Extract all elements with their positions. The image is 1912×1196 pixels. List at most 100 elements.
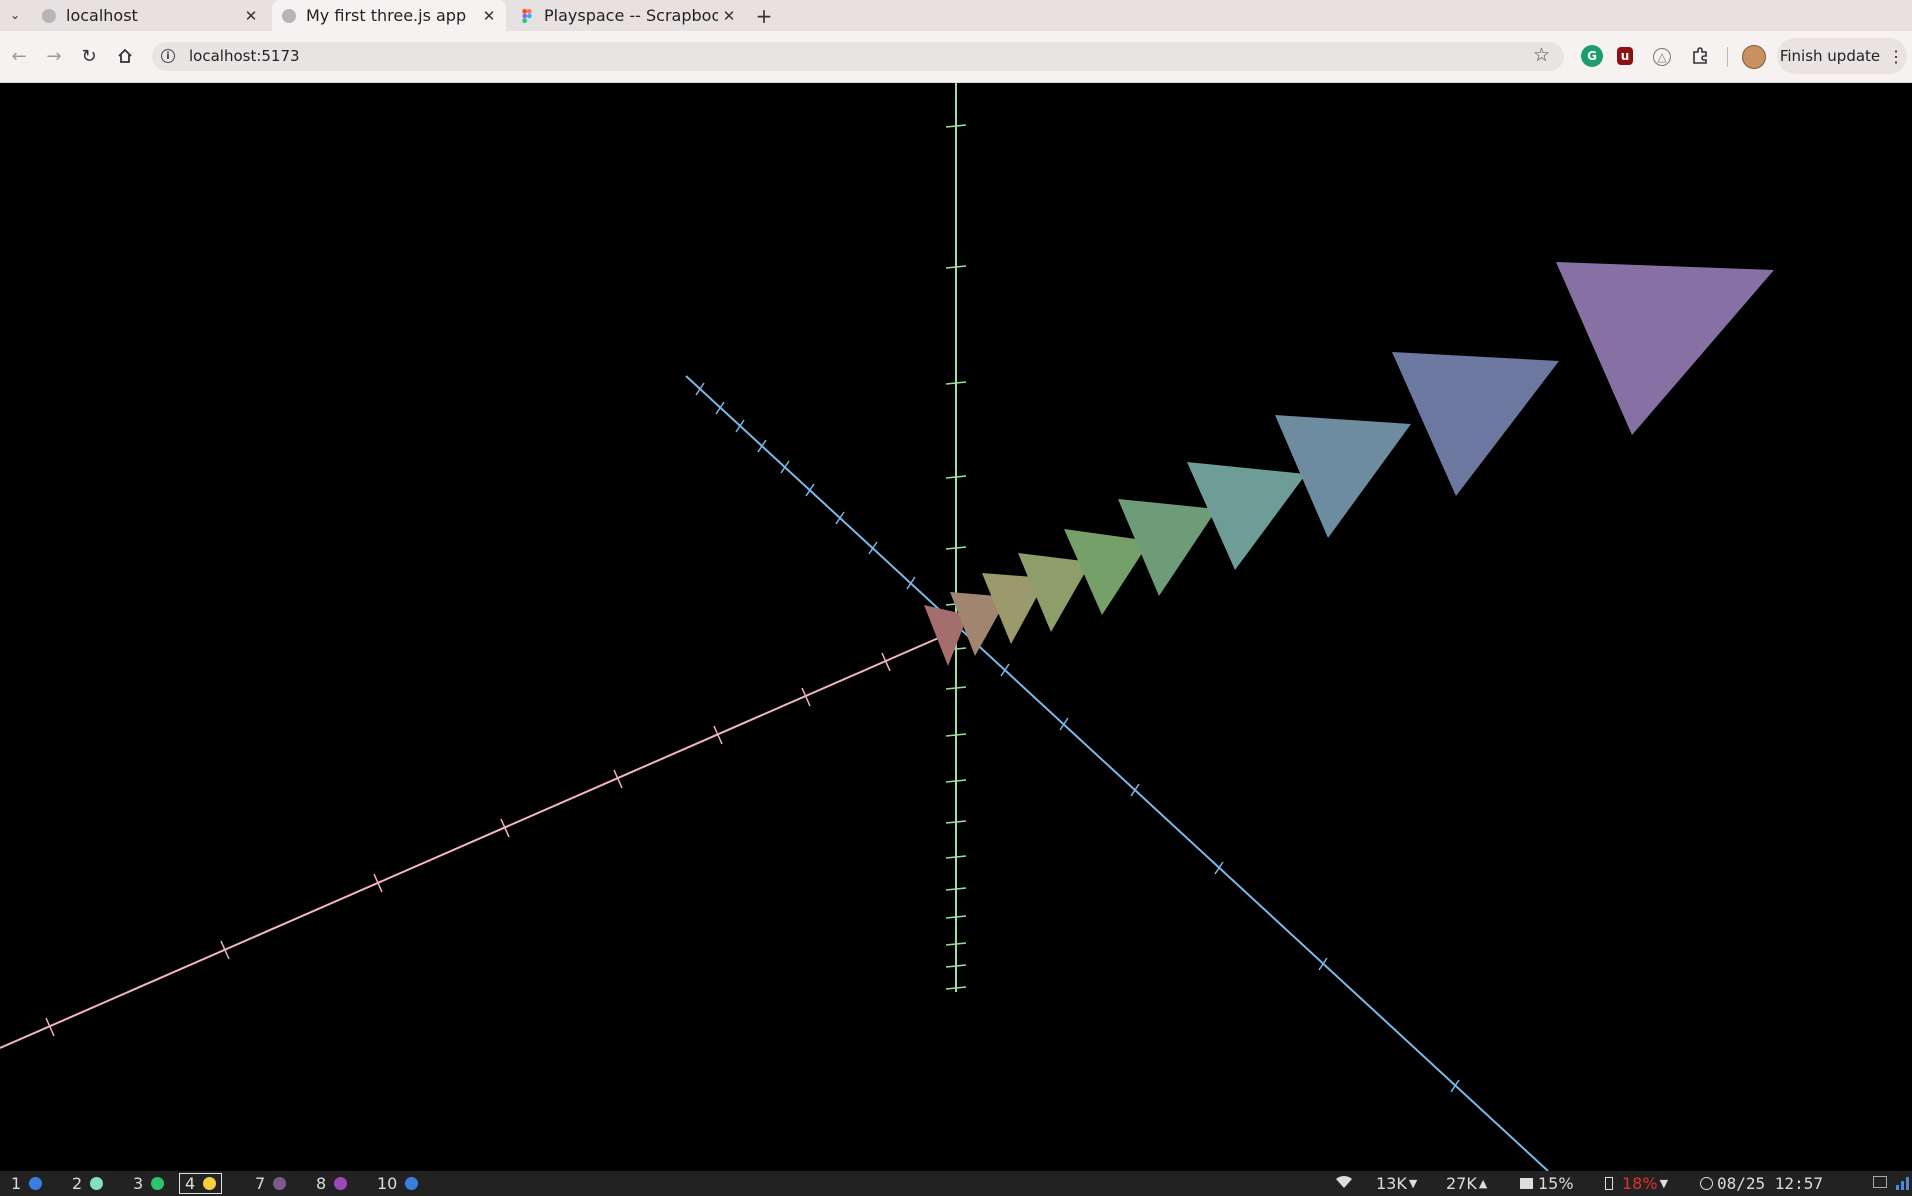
y-axis-tick [945, 942, 967, 946]
clock: 08/25 12:57 [1700, 1174, 1823, 1193]
close-tab-icon[interactable]: ✕ [240, 5, 262, 27]
z-axis-tick [835, 511, 845, 525]
ublock-extension-icon[interactable]: u [1617, 47, 1633, 65]
workspace-number: 2 [72, 1174, 83, 1193]
workspace-dot-icon [29, 1177, 43, 1190]
workspace-number: 8 [316, 1174, 327, 1193]
wifi-icon [1334, 1174, 1354, 1190]
battery-status: 18% ▼ [1605, 1174, 1668, 1193]
battery-value: 18% [1622, 1174, 1658, 1193]
upload-rate-value: 27K [1446, 1174, 1477, 1193]
workspace-dot-icon [405, 1177, 419, 1190]
y-axis-tick [945, 779, 967, 783]
cpu-icon [1520, 1178, 1533, 1189]
y-axis-tick [945, 820, 967, 824]
workspace-dot-icon [90, 1177, 104, 1190]
workspace-3[interactable]: 3 [128, 1173, 169, 1194]
workspace-dot-icon [273, 1177, 287, 1190]
y-axis-tick [945, 265, 967, 269]
cpu-value: 15% [1538, 1174, 1574, 1193]
scene-render [0, 83, 1774, 1171]
upload-rate: 27K ▲ [1446, 1174, 1487, 1193]
ai-extension-icon[interactable]: △ [1653, 48, 1671, 66]
y-axis-tick [945, 964, 967, 968]
workspace-number: 7 [255, 1174, 266, 1193]
tab-search-chevron-icon[interactable]: ⌄ [4, 4, 26, 26]
forward-arrow-icon[interactable]: → [41, 43, 67, 69]
download-rate: 13K ▼ [1376, 1174, 1417, 1193]
triangle-mesh-10 [1556, 262, 1774, 435]
tab-strip: ⌄ localhost ✕ My first three.js app ✕ Pl… [0, 0, 1912, 31]
workspace-dot-icon [203, 1177, 217, 1190]
workspace-number: 1 [11, 1174, 22, 1193]
tab-my-first-threejs-app[interactable]: My first three.js app ✕ [272, 0, 506, 31]
browser-toolbar: ← → ↻ i localhost:5173 ☆ G u △ Finish up… [0, 31, 1912, 83]
workspace-7[interactable]: 7 [250, 1173, 291, 1194]
workspace-dot-icon [151, 1177, 165, 1190]
workspace-number: 3 [133, 1174, 144, 1193]
battery-icon [1605, 1177, 1613, 1190]
finish-update-button[interactable]: Finish update ⋮ [1777, 38, 1907, 74]
y-axis-tick [945, 381, 967, 385]
close-tab-icon[interactable]: ✕ [478, 5, 500, 27]
site-info-icon[interactable]: i [161, 49, 175, 63]
workspace-number: 4 [185, 1174, 196, 1193]
figma-favicon-icon [520, 8, 534, 23]
down-arrow-icon: ▼ [1408, 1177, 1418, 1190]
y-axis-tick [945, 986, 967, 990]
y-axis-tick [945, 733, 967, 737]
workspace-4[interactable]: 4 [179, 1173, 223, 1194]
url-text: localhost:5173 [189, 47, 300, 65]
toolbar-divider [1727, 47, 1728, 67]
profile-avatar[interactable] [1742, 45, 1766, 69]
datetime-value: 08/25 12:57 [1717, 1174, 1823, 1193]
workspace-10[interactable]: 10 [372, 1173, 423, 1194]
tray-window-icon[interactable] [1873, 1176, 1887, 1188]
workspace-2[interactable]: 2 [67, 1173, 108, 1194]
finish-update-label: Finish update [1779, 47, 1881, 65]
workspace-number: 10 [377, 1174, 398, 1193]
system-status-bar: 1 2 3 4 7 8 10 13K ▼ 27K ▲ 15% 18% ▼ 08/25 … [0, 1171, 1912, 1196]
down-arrow-icon: ▼ [1659, 1177, 1669, 1190]
signal-bars-icon [1896, 1176, 1910, 1190]
globe-favicon-icon [42, 8, 56, 23]
grammarly-extension-icon[interactable]: G [1581, 45, 1603, 67]
address-bar[interactable]: i localhost:5173 ☆ [152, 42, 1564, 71]
threejs-canvas[interactable] [0, 83, 1912, 1171]
x-axis-line [0, 635, 944, 1049]
kebab-menu-icon: ⋮ [1888, 46, 1905, 66]
y-axis-tick [945, 475, 967, 479]
y-axis-tick [945, 887, 967, 891]
up-arrow-icon: ▲ [1478, 1177, 1488, 1190]
workspace-1[interactable]: 1 [6, 1173, 47, 1194]
z-axis-tick [695, 382, 705, 396]
bookmark-star-icon[interactable]: ☆ [1533, 44, 1550, 66]
tab-title: My first three.js app [306, 6, 467, 25]
y-axis-tick [945, 686, 967, 690]
close-tab-icon[interactable]: ✕ [718, 5, 740, 27]
y-axis-tick [945, 855, 967, 859]
back-arrow-icon[interactable]: ← [6, 43, 32, 69]
globe-favicon-icon [282, 8, 296, 23]
download-rate-value: 13K [1376, 1174, 1407, 1193]
cpu-usage: 15% [1520, 1174, 1574, 1193]
home-icon[interactable] [112, 43, 138, 69]
triangle-mesh-9 [1392, 352, 1559, 496]
y-axis-tick [945, 546, 967, 550]
workspace-dot-icon [334, 1177, 348, 1190]
z-axis-tick [1130, 783, 1140, 797]
y-axis-tick [945, 915, 967, 919]
tab-title: Playspace -- Scrapbook [544, 6, 718, 25]
tab-playspace[interactable]: Playspace -- Scrapbook ✕ [510, 0, 746, 31]
z-axis-line [685, 375, 1549, 1171]
y-axis-tick [945, 124, 967, 128]
z-axis-tick [735, 419, 745, 433]
tab-title: localhost [66, 6, 138, 25]
reload-icon[interactable]: ↻ [76, 43, 102, 69]
extensions-puzzle-icon[interactable] [1689, 45, 1711, 67]
tab-localhost[interactable]: localhost ✕ [32, 0, 268, 31]
workspace-8[interactable]: 8 [311, 1173, 352, 1194]
clock-icon [1700, 1177, 1713, 1190]
new-tab-button[interactable]: + [752, 4, 776, 28]
z-axis-tick [757, 439, 767, 453]
